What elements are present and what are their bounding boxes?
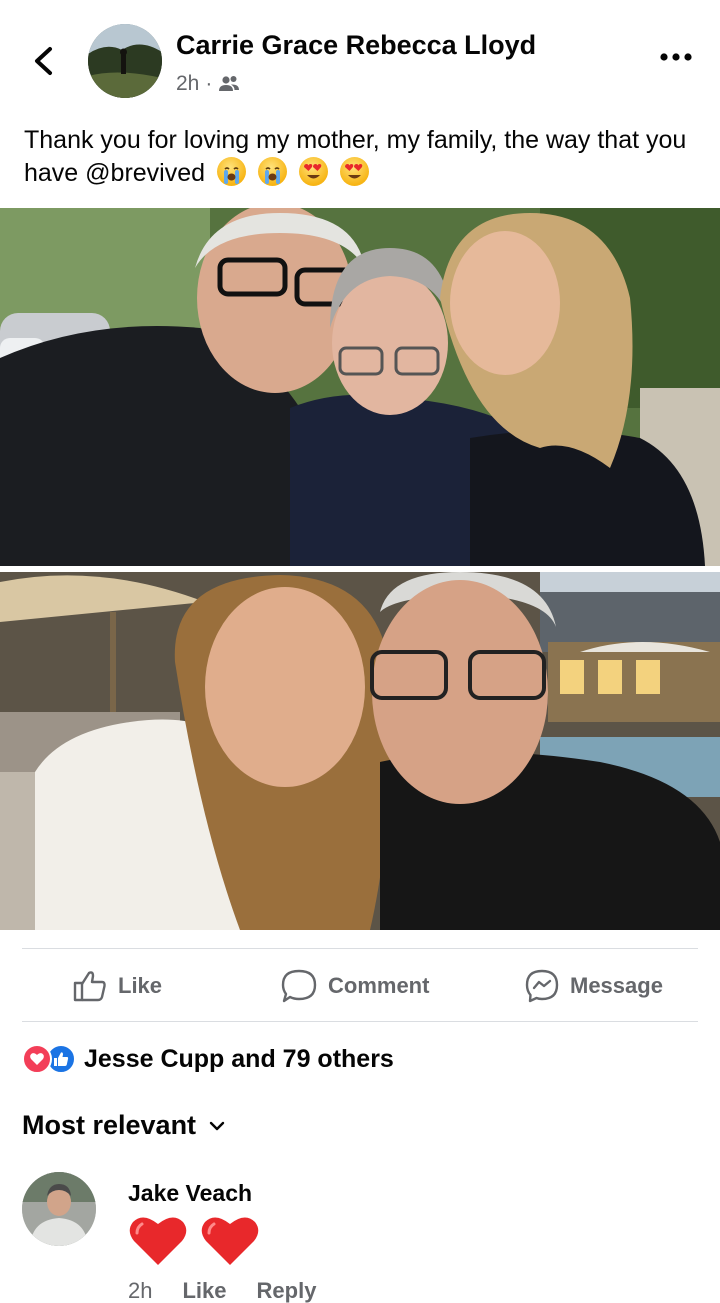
reactions-text: Jesse Cupp and 79 others [84,1044,394,1073]
red-heart-icon [201,1217,259,1265]
comment-reply-button[interactable]: Reply [257,1278,317,1303]
author-avatar[interactable] [88,24,162,98]
red-heart-icon [129,1217,187,1265]
comment-like-button[interactable]: Like [182,1278,226,1303]
comment-bubble-icon [281,969,317,1003]
commenter-avatar[interactable] [22,1172,96,1246]
like-label: Like [118,973,163,998]
meta-separator: · [205,72,213,95]
post-time[interactable]: 2h [176,72,199,96]
more-options-icon[interactable] [656,44,696,70]
post-header: Carrie Grace Rebecca Lloyd 2h · [0,0,720,110]
messenger-icon [525,969,559,1003]
post-photo-2[interactable] [0,572,720,930]
message-label: Message [570,973,663,998]
back-arrow-icon[interactable] [30,44,56,78]
heart-eyes-face-icon [298,157,328,186]
post-meta: 2h · [176,72,240,96]
thumbs-up-icon [73,971,106,1002]
sort-label: Most relevant [22,1110,197,1140]
like-button[interactable]: Like [72,966,162,1006]
post-photo-1[interactable] [0,208,720,566]
loudly-crying-face-icon [216,157,246,186]
commenter-name[interactable]: Jake Veach [128,1180,252,1207]
comment-label: Comment [328,973,430,998]
post-text: Thank you for loving my mother, my famil… [24,124,700,190]
message-button[interactable]: Message [524,966,663,1006]
comment-button[interactable]: Comment [280,966,429,1006]
friends-icon [219,76,240,91]
comment-actions: 2h Like Reply [128,1278,316,1303]
love-reaction-icon [22,1044,52,1074]
comment-time[interactable]: 2h [128,1278,152,1303]
heart-eyes-face-icon [339,157,369,186]
divider-bottom [22,1021,698,1022]
comment-sort-dropdown[interactable]: Most relevant [22,1110,226,1141]
comment-content [128,1212,260,1268]
loudly-crying-face-icon [257,157,287,186]
chevron-down-icon [209,1121,225,1130]
divider-top [22,948,698,949]
reactions-summary[interactable]: Jesse Cupp and 79 others [22,1042,394,1076]
author-name[interactable]: Carrie Grace Rebecca Lloyd [176,30,536,61]
